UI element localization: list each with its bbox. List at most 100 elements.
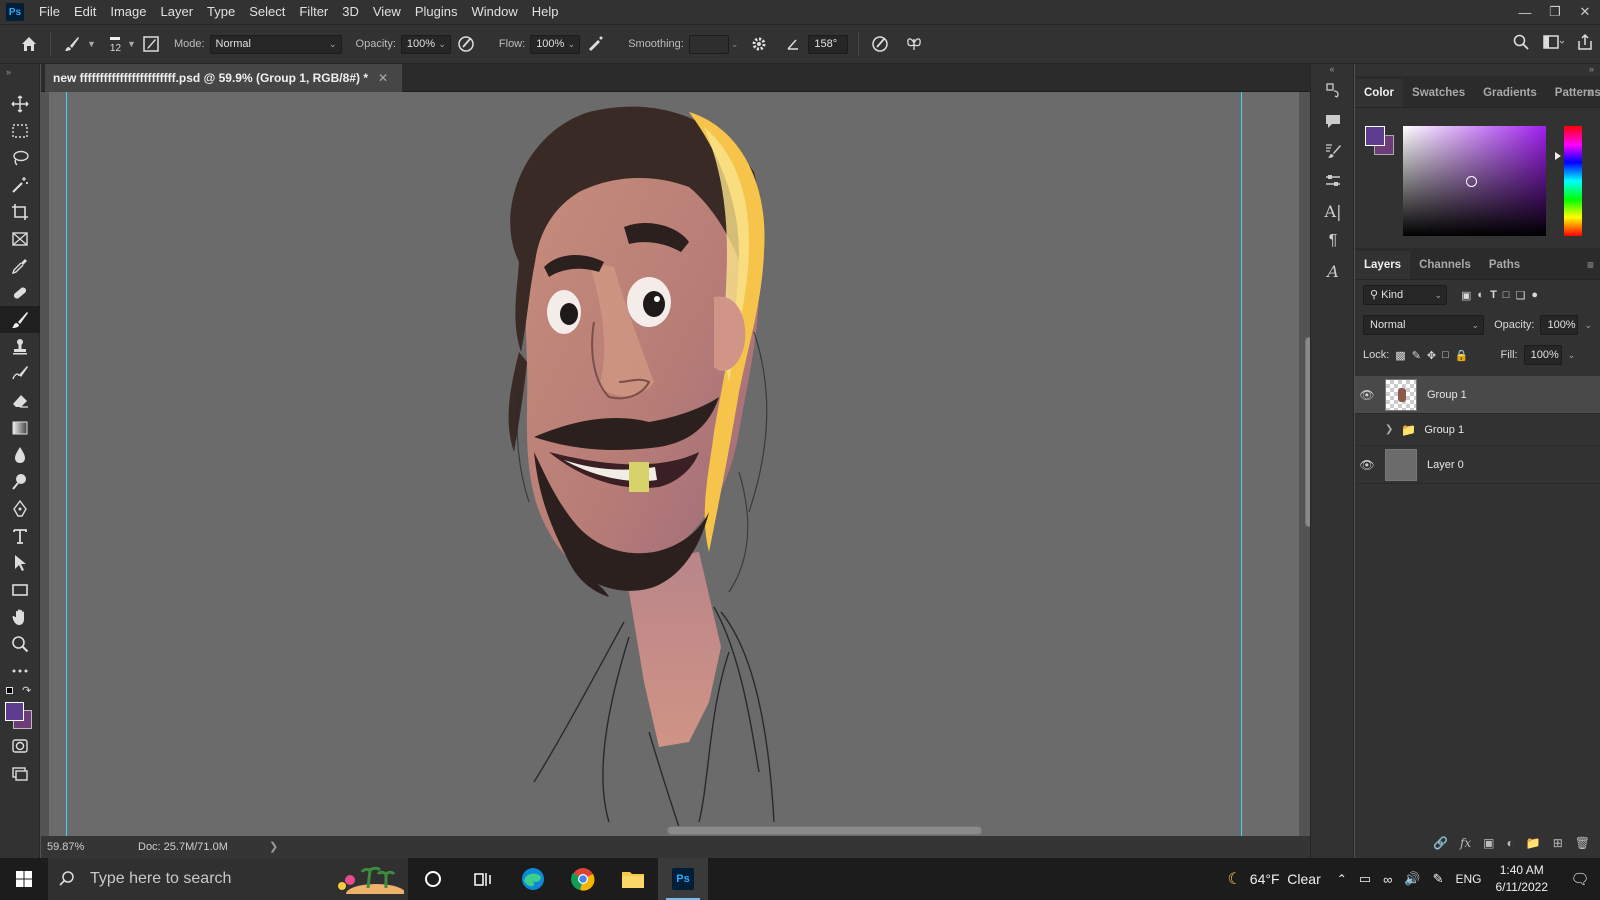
menu-layer[interactable]: Layer	[154, 0, 201, 24]
layer-filter-kind[interactable]: ⚲ Kind ⌄	[1363, 285, 1447, 305]
menu-view[interactable]: View	[366, 0, 408, 24]
minimize-button[interactable]: —	[1510, 0, 1540, 24]
symmetry-butterfly-icon[interactable]	[903, 33, 925, 55]
horizontal-scrollbar[interactable]	[281, 824, 1301, 836]
layer-name[interactable]: Layer 0	[1427, 459, 1464, 471]
glyphs-panel-icon[interactable]: A	[1311, 256, 1355, 286]
volume-icon[interactable]: 🔊	[1404, 871, 1420, 887]
hand-tool-icon[interactable]	[0, 603, 40, 630]
gradient-tool-icon[interactable]	[0, 414, 40, 441]
color-panel-foreground-swatch[interactable]	[1365, 126, 1385, 146]
tab-layers[interactable]: Layers	[1355, 251, 1411, 279]
filter-shape-layers-icon[interactable]: □	[1503, 289, 1510, 301]
filter-toggle-icon[interactable]: ●	[1531, 289, 1538, 301]
more-tools-icon[interactable]	[0, 657, 40, 684]
mode-select[interactable]: Normal ⌄	[209, 34, 342, 54]
character-panel-icon[interactable]: A|	[1311, 196, 1355, 226]
pen-workspace-icon[interactable]: ✎	[1433, 871, 1444, 887]
close-button[interactable]: ✕	[1570, 0, 1600, 24]
horizontal-scroll-thumb[interactable]	[667, 826, 982, 835]
blur-tool-icon[interactable]	[0, 441, 40, 468]
gear-icon[interactable]	[748, 33, 770, 55]
menu-plugins[interactable]: Plugins	[408, 0, 465, 24]
chrome-browser-icon[interactable]	[558, 858, 608, 900]
airbrush-icon[interactable]	[584, 33, 606, 55]
brush-settings-panel-icon[interactable]	[140, 33, 162, 55]
tab-channels[interactable]: Channels	[1410, 251, 1480, 279]
new-group-icon[interactable]: 📁	[1526, 836, 1541, 850]
lock-image-icon[interactable]: ✎	[1412, 349, 1421, 362]
collapse-strip-icon[interactable]: «	[1311, 64, 1353, 76]
close-tab-icon[interactable]: ✕	[378, 71, 388, 85]
pressure-size-icon[interactable]	[869, 33, 891, 55]
adjustment-layer-icon[interactable]: ◐	[1507, 836, 1514, 850]
flow-field[interactable]: 100% ⌄	[530, 34, 581, 54]
link-layers-icon[interactable]: 🔗	[1433, 836, 1448, 850]
lock-position-icon[interactable]: ✥	[1427, 349, 1436, 362]
pressure-opacity-icon[interactable]	[455, 33, 477, 55]
chevron-down-icon[interactable]: ⌄	[1568, 350, 1576, 361]
comments-panel-icon[interactable]	[1311, 106, 1355, 136]
smoothing-field[interactable]	[688, 34, 729, 54]
menu-image[interactable]: Image	[103, 0, 153, 24]
angle-field[interactable]: 158°	[808, 34, 849, 54]
expand-panel-icon[interactable]: »	[0, 64, 39, 90]
zoom-tool-icon[interactable]	[0, 630, 40, 657]
move-tool-icon[interactable]	[0, 90, 40, 117]
battery-icon[interactable]: ▭	[1359, 871, 1371, 887]
brush-tool-icon[interactable]	[0, 306, 40, 333]
cortana-icon[interactable]	[408, 858, 458, 900]
add-mask-icon[interactable]: ▣	[1483, 836, 1494, 850]
frame-tool-icon[interactable]	[0, 225, 40, 252]
default-colors-icon[interactable]	[6, 687, 13, 694]
hue-slider-arrow-icon[interactable]	[1555, 152, 1561, 160]
lock-artboard-icon[interactable]: □	[1442, 349, 1449, 361]
filter-adjustment-layers-icon[interactable]: ◐	[1477, 289, 1484, 301]
tab-gradients[interactable]: Gradients	[1474, 79, 1546, 107]
clock[interactable]: 1:40 AM 6/11/2022	[1484, 862, 1561, 896]
menu-edit[interactable]: Edit	[67, 0, 103, 24]
menu-help[interactable]: Help	[525, 0, 566, 24]
marquee-tool-icon[interactable]	[0, 117, 40, 144]
weather-text[interactable]: 64°F Clear	[1250, 871, 1321, 887]
chevron-right-icon[interactable]: ❯	[1385, 424, 1393, 435]
photoshop-taskbar-icon[interactable]: Ps	[658, 858, 708, 900]
chevron-down-icon[interactable]: ⌄	[1584, 320, 1592, 331]
menu-select[interactable]: Select	[242, 0, 292, 24]
tab-color[interactable]: Color	[1355, 79, 1404, 107]
layer-opacity-field[interactable]: 100%	[1540, 315, 1579, 335]
visibility-toggle-empty[interactable]	[1355, 423, 1379, 437]
type-tool-icon[interactable]	[0, 522, 40, 549]
brush-size-dropdown[interactable]: ▼	[127, 39, 136, 49]
panel-menu-icon[interactable]: ≡	[1587, 86, 1594, 100]
document-tab[interactable]: new ffffffffffffffffffffffff.psd @ 59.9%…	[45, 64, 403, 92]
layer-name[interactable]: Group 1	[1424, 424, 1464, 436]
filter-type-layers-icon[interactable]: T	[1490, 289, 1497, 301]
swap-colors-icon[interactable]: ↷	[22, 684, 31, 697]
lasso-tool-icon[interactable]	[0, 144, 40, 171]
network-icon[interactable]: ∞	[1383, 872, 1392, 887]
workspace-layout-icon[interactable]	[1542, 33, 1565, 54]
eyedropper-tool-icon[interactable]	[0, 252, 40, 279]
magic-wand-tool-icon[interactable]	[0, 171, 40, 198]
lock-transparent-icon[interactable]: ▩	[1395, 349, 1405, 362]
filter-pixel-layers-icon[interactable]: ▣	[1461, 289, 1471, 302]
brush-settings-icon[interactable]	[1311, 136, 1355, 166]
pen-tool-icon[interactable]	[0, 495, 40, 522]
eye-icon[interactable]: 👁	[1355, 458, 1379, 472]
taskbar-search-box[interactable]: Type here to search	[48, 858, 408, 900]
notifications-icon[interactable]: 🗨	[1560, 870, 1600, 888]
hue-slider[interactable]	[1564, 126, 1582, 236]
crop-tool-icon[interactable]	[0, 198, 40, 225]
panel-menu-icon[interactable]: ≡	[1587, 258, 1594, 272]
history-brush-tool-icon[interactable]	[0, 360, 40, 387]
windows-start-icon[interactable]	[0, 858, 48, 900]
menu-window[interactable]: Window	[464, 0, 524, 24]
brush-preset-dropdown[interactable]: ▼	[87, 39, 96, 49]
tab-swatches[interactable]: Swatches	[1403, 79, 1474, 107]
new-layer-icon[interactable]: ⊞	[1553, 836, 1563, 850]
eraser-tool-icon[interactable]	[0, 387, 40, 414]
home-icon[interactable]	[18, 33, 40, 55]
menu-type[interactable]: Type	[200, 0, 242, 24]
brush-size-picker[interactable]: 12	[110, 35, 121, 54]
